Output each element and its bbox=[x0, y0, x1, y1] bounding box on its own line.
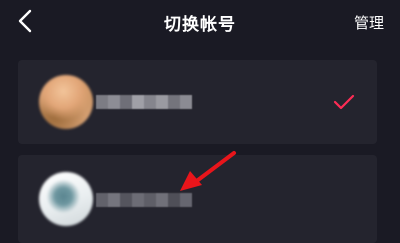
page-title: 切换帐号 bbox=[164, 15, 236, 35]
avatar bbox=[39, 172, 93, 226]
account-item-other[interactable] bbox=[18, 155, 377, 243]
manage-button[interactable]: 管理 bbox=[354, 12, 384, 33]
account-switch-screen: 切换帐号 管理 bbox=[0, 0, 400, 243]
account-name-redacted bbox=[96, 193, 192, 207]
avatar bbox=[39, 75, 93, 129]
account-item-current[interactable] bbox=[18, 60, 377, 144]
account-name-redacted bbox=[96, 95, 192, 109]
chevron-left-icon bbox=[18, 9, 32, 33]
back-button[interactable] bbox=[14, 8, 38, 34]
check-icon bbox=[333, 94, 355, 110]
header: 切换帐号 管理 bbox=[0, 0, 400, 46]
